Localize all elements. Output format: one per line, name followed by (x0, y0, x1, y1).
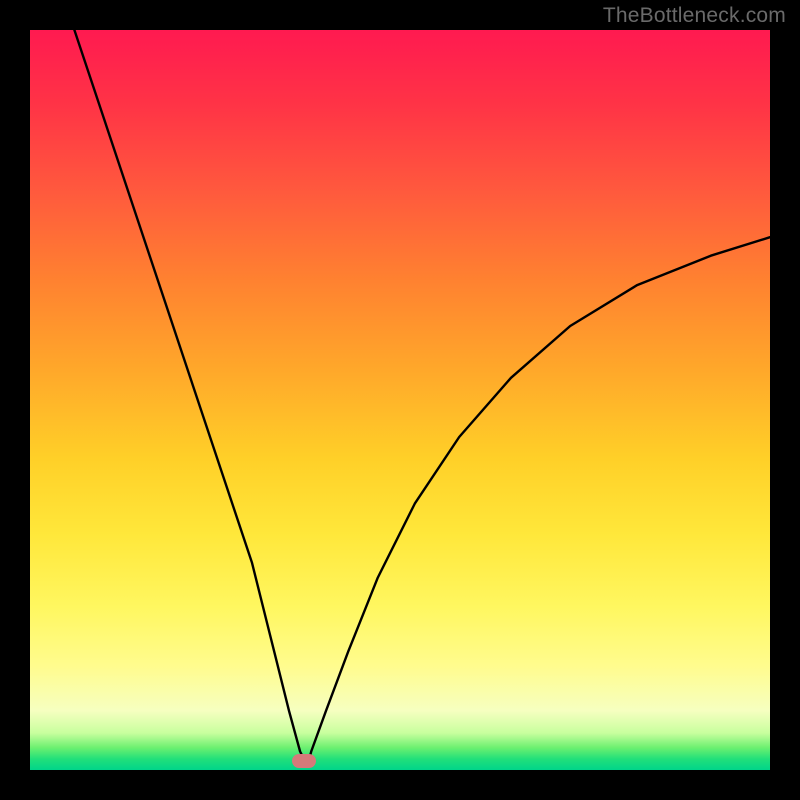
bottleneck-curve (30, 30, 770, 770)
chart-frame: TheBottleneck.com (0, 0, 800, 800)
watermark-text: TheBottleneck.com (603, 4, 786, 28)
optimum-marker (292, 754, 316, 768)
plot-area (30, 30, 770, 770)
